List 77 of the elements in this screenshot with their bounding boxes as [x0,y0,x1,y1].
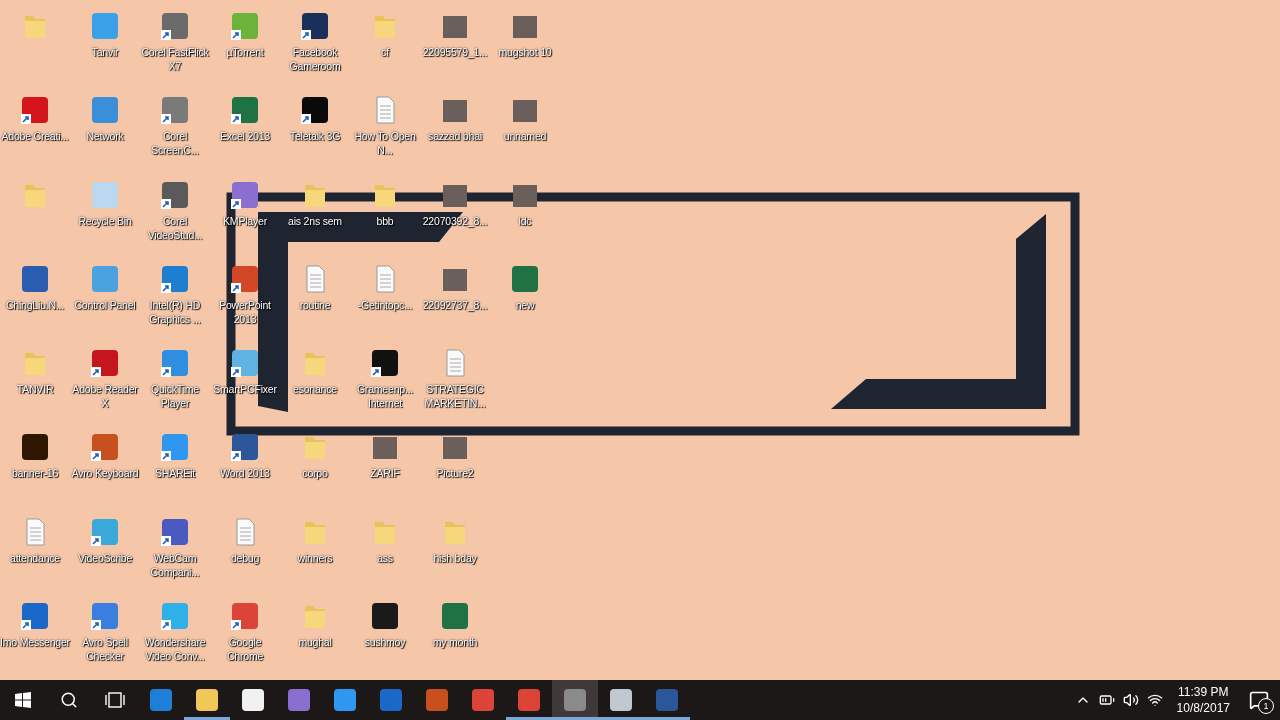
desktop-shortcut[interactable]: Control Panel [70,258,140,341]
app-icon [379,688,403,712]
desktop-shortcut[interactable]: Facebook Gameroom [280,6,350,88]
desktop-shortcut[interactable]: Excel 2013 [210,90,280,173]
desktop-shortcut[interactable]: 22095579_1... [420,6,490,88]
desktop-shortcut[interactable]: ChingLiu.N... [0,258,70,341]
desktop-shortcut[interactable]: Teletalk 3G [280,90,350,173]
desktop-shortcut[interactable]: µTorrent [210,6,280,88]
desktop-shortcut[interactable]: routine [280,258,350,341]
desktop-shortcut[interactable]: QuickTime Player [140,343,210,425]
desktop-shortcut[interactable]: esonance [280,343,350,425]
app-icon [89,10,121,42]
app-icon [517,688,541,712]
volume-icon[interactable] [1122,692,1139,708]
desktop-shortcut[interactable]: VideoScribe [70,511,140,594]
search-icon [60,691,78,709]
desktop-shortcut[interactable]: Avro Spell Checker [70,595,140,678]
desktop-shortcut[interactable]: bbb [350,174,420,257]
desktop-shortcut[interactable]: Network [70,90,140,173]
desktop-shortcut[interactable]: attendance [0,511,70,594]
desktop-shortcut[interactable]: How To Open N... [350,90,420,173]
desktop-shortcut[interactable]: cf [350,6,420,88]
windows-logo-icon [15,692,31,708]
app-icon [563,688,587,712]
desktop-shortcut[interactable]: corpo [280,427,350,510]
app-icon [609,688,633,712]
app-icon [287,688,311,712]
desktop-shortcut[interactable]: Wondershare Video Conv... [140,595,210,678]
desktop-shortcut[interactable]: mughal [280,595,350,678]
desktop-shortcut[interactable]: banner-16 [0,427,70,510]
app-icon [241,688,265,712]
notification-badge: 1 [1258,698,1274,714]
app-icon [655,688,679,712]
desktop-shortcut[interactable]: hish bday [420,511,490,594]
desktop-shortcut[interactable]: -Getintopc... [350,258,420,341]
clock[interactable]: 11:39 PM 10/8/2017 [1170,684,1236,716]
desktop-shortcut[interactable]: Grameenp... Internet [350,343,420,425]
app-icon [149,688,173,712]
desktop-shortcut[interactable]: new [490,258,560,341]
desktop-shortcut[interactable]: Tanvir [70,6,140,88]
desktop-shortcut[interactable]: sushmoy [350,595,420,678]
desktop-shortcut[interactable]: SHAREit [140,427,210,510]
desktop-shortcut[interactable]: Adobe Creati... [0,90,70,173]
desktop-shortcut[interactable]: Avro Keyboard [70,427,140,510]
desktop-shortcut[interactable]: sazzad bhai [420,90,490,173]
desktop-shortcut[interactable]: STRATEGIC MARKETIN... [420,343,490,425]
desktop-shortcut[interactable]: Google Chrome [210,595,280,678]
app-icon [333,688,357,712]
desktop-shortcut[interactable]: debug [210,511,280,594]
desktop-shortcut[interactable]: Corel FastFlick X7 [140,6,210,88]
desktop-shortcut[interactable]: ZARIF [350,427,420,510]
desktop-shortcut[interactable]: ais 2ns sem [280,174,350,257]
desktop-shortcut[interactable]: ass [350,511,420,594]
desktop-shortcut[interactable]: ldc [490,174,560,257]
battery-icon[interactable] [1098,692,1115,708]
action-center-button[interactable]: 1 [1244,680,1274,720]
desktop-shortcut[interactable]: Corel ScreenC... [140,90,210,173]
task-view-icon [105,692,125,708]
desktop-shortcut[interactable]: my month [420,595,490,678]
desktop-shortcut[interactable]: Corel VideoStud... [140,174,210,257]
wifi-icon[interactable] [1146,692,1163,708]
desktop-shortcut[interactable]: Picture2 [420,427,490,510]
notification-icon [1249,690,1269,710]
desktop-shortcut[interactable]: unnamed [490,90,560,173]
app-icon [471,688,495,712]
desktop-shortcut[interactable]: Intel(R) HD Graphics ... [140,258,210,341]
desktop-shortcut[interactable]: winners [280,511,350,594]
app-icon [195,688,219,712]
desktop-shortcut[interactable]: Recycle Bin [70,174,140,257]
app-icon [425,688,449,712]
desktop-shortcut[interactable]: 22092737_8... [420,258,490,341]
desktop-shortcut[interactable]: Adobe Reader X [70,343,140,425]
desktop-shortcut[interactable]: Imo Messenger [0,595,70,678]
desktop-shortcut[interactable]: TANVIR [0,343,70,425]
desktop-shortcut[interactable]: Word 2013 [210,427,280,510]
desktop-shortcut[interactable]: mugshot 10 [490,6,560,88]
desktop-shortcut[interactable]: WebCam Compani... [140,511,210,594]
